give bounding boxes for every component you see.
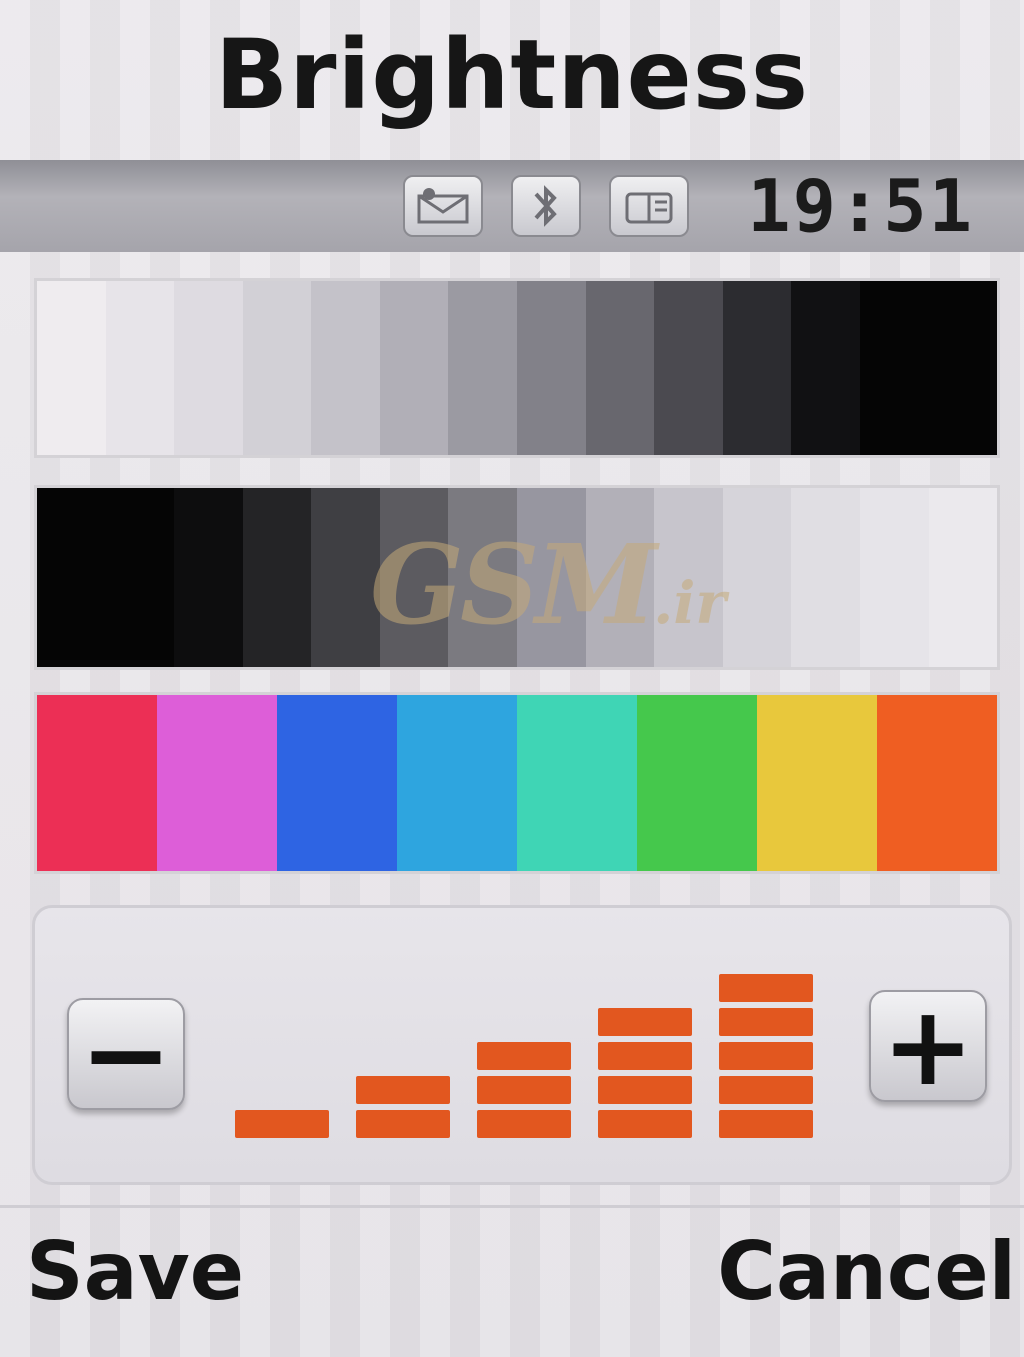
gray-swatch: [242, 281, 312, 455]
cancel-button[interactable]: Cancel: [717, 1225, 1016, 1318]
color-swatch: [877, 695, 997, 871]
color-swatch: [517, 695, 637, 871]
page-title: Brightness: [214, 19, 810, 131]
level-segment: [598, 1076, 692, 1104]
level-segment: [719, 1008, 813, 1036]
gray-swatch: [311, 281, 380, 455]
grayscale-strip-light-to-dark: [34, 278, 1000, 458]
gray-swatch: [37, 488, 106, 667]
level-segment: [719, 1110, 813, 1138]
level-segment: [719, 1076, 813, 1104]
level-segment: [477, 1076, 571, 1104]
gray-swatch: [174, 281, 243, 455]
watermark-main: GSM: [370, 520, 657, 649]
status-bar: 19:51: [0, 160, 1024, 252]
gray-swatch: [517, 281, 586, 455]
level-segment: [598, 1042, 692, 1070]
color-swatch: [397, 695, 517, 871]
increase-brightness-button[interactable]: +: [869, 990, 987, 1102]
bluetooth-icon: [511, 175, 582, 237]
level-bar-2: [356, 1076, 450, 1138]
gray-swatch: [379, 281, 449, 455]
gray-swatch: [105, 281, 175, 455]
level-segment: [598, 1008, 692, 1036]
message-icon: [403, 175, 484, 237]
clock: 19:51: [747, 164, 974, 248]
gray-swatch: [722, 488, 792, 667]
watermark: GSM.ir: [370, 520, 726, 649]
color-swatch: [37, 695, 157, 871]
phonebook-icon: [609, 175, 690, 237]
softkey-divider: [0, 1205, 1024, 1208]
level-segment: [356, 1076, 450, 1104]
gray-swatch: [654, 281, 723, 455]
decrease-brightness-button[interactable]: −: [67, 998, 185, 1110]
level-bar-1: [235, 1110, 329, 1138]
gray-swatch: [37, 281, 106, 455]
level-bar-4: [598, 1008, 692, 1138]
level-bar-5: [719, 974, 813, 1138]
brightness-level-indicator: [235, 948, 835, 1138]
level-segment: [356, 1110, 450, 1138]
brightness-level-panel: − +: [32, 905, 1012, 1185]
color-swatch: [277, 695, 397, 871]
gray-swatch: [859, 488, 929, 667]
level-segment: [719, 1042, 813, 1070]
level-segment: [235, 1110, 329, 1138]
gray-swatch: [859, 281, 929, 455]
gray-swatch: [722, 281, 792, 455]
level-segment: [598, 1110, 692, 1138]
gray-swatch: [928, 281, 998, 455]
gray-swatch: [791, 488, 860, 667]
level-bar-3: [477, 1042, 571, 1138]
color-strip: [34, 692, 1000, 874]
watermark-suffix: .ir: [653, 569, 726, 637]
gray-swatch: [928, 488, 998, 667]
brightness-screen: Brightness 19:51 GSM.ir − + Save Cancel: [0, 0, 1024, 1357]
level-segment: [477, 1042, 571, 1070]
gray-swatch: [105, 488, 175, 667]
gray-swatch: [791, 281, 860, 455]
color-swatch: [757, 695, 877, 871]
level-segment: [719, 974, 813, 1002]
level-segment: [477, 1110, 571, 1138]
save-button[interactable]: Save: [26, 1225, 244, 1318]
gray-swatch: [585, 281, 655, 455]
gray-swatch: [174, 488, 243, 667]
color-swatch: [157, 695, 277, 871]
gray-swatch: [242, 488, 312, 667]
gray-swatch: [448, 281, 518, 455]
color-swatch: [637, 695, 757, 871]
